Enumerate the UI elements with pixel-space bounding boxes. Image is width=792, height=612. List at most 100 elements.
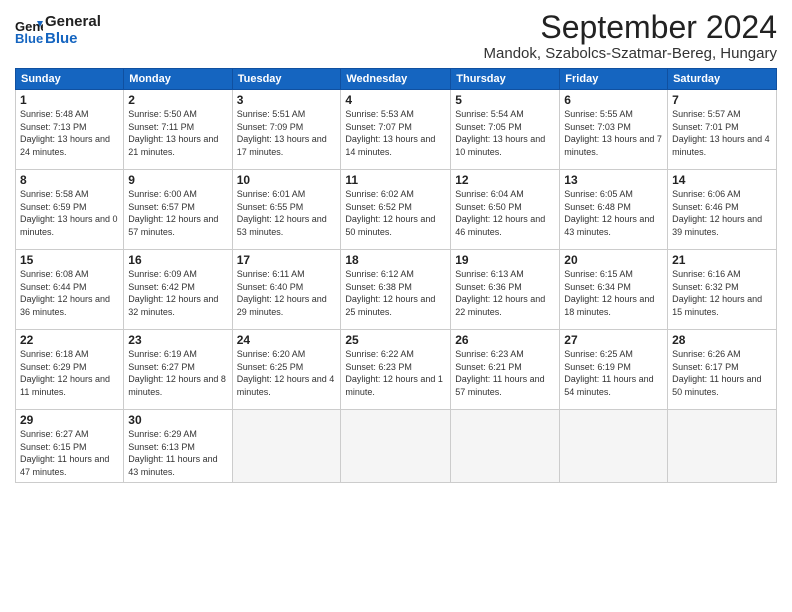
day-info: Sunrise: 6:20 AMSunset: 6:25 PMDaylight:…: [237, 348, 337, 398]
calendar-cell: 9Sunrise: 6:00 AMSunset: 6:57 PMDaylight…: [124, 170, 232, 250]
day-number: 12: [455, 173, 555, 187]
day-info: Sunrise: 5:51 AMSunset: 7:09 PMDaylight:…: [237, 108, 337, 158]
weekday-header-tuesday: Tuesday: [232, 69, 341, 90]
calendar-cell: 21Sunrise: 6:16 AMSunset: 6:32 PMDayligh…: [668, 250, 777, 330]
calendar-cell: 24Sunrise: 6:20 AMSunset: 6:25 PMDayligh…: [232, 330, 341, 410]
day-info: Sunrise: 5:58 AMSunset: 6:59 PMDaylight:…: [20, 188, 119, 238]
weekday-header-thursday: Thursday: [451, 69, 560, 90]
day-number: 14: [672, 173, 772, 187]
day-number: 18: [345, 253, 446, 267]
day-number: 15: [20, 253, 119, 267]
calendar-cell: 16Sunrise: 6:09 AMSunset: 6:42 PMDayligh…: [124, 250, 232, 330]
calendar-cell: 29Sunrise: 6:27 AMSunset: 6:15 PMDayligh…: [16, 410, 124, 482]
weekday-header-monday: Monday: [124, 69, 232, 90]
calendar-cell: 28Sunrise: 6:26 AMSunset: 6:17 PMDayligh…: [668, 330, 777, 410]
day-info: Sunrise: 6:13 AMSunset: 6:36 PMDaylight:…: [455, 268, 555, 318]
day-info: Sunrise: 6:00 AMSunset: 6:57 PMDaylight:…: [128, 188, 227, 238]
calendar-cell: [560, 410, 668, 482]
calendar-cell: 11Sunrise: 6:02 AMSunset: 6:52 PMDayligh…: [341, 170, 451, 250]
day-info: Sunrise: 6:09 AMSunset: 6:42 PMDaylight:…: [128, 268, 227, 318]
calendar-cell: 6Sunrise: 5:55 AMSunset: 7:03 PMDaylight…: [560, 90, 668, 170]
logo: General Blue General Blue: [15, 14, 101, 47]
day-info: Sunrise: 6:16 AMSunset: 6:32 PMDaylight:…: [672, 268, 772, 318]
day-number: 8: [20, 173, 119, 187]
day-info: Sunrise: 5:55 AMSunset: 7:03 PMDaylight:…: [564, 108, 663, 158]
calendar-cell: 26Sunrise: 6:23 AMSunset: 6:21 PMDayligh…: [451, 330, 560, 410]
calendar-cell: 8Sunrise: 5:58 AMSunset: 6:59 PMDaylight…: [16, 170, 124, 250]
weekday-header-wednesday: Wednesday: [341, 69, 451, 90]
day-info: Sunrise: 6:27 AMSunset: 6:15 PMDaylight:…: [20, 428, 119, 478]
day-info: Sunrise: 6:08 AMSunset: 6:44 PMDaylight:…: [20, 268, 119, 318]
day-number: 2: [128, 93, 227, 107]
weekday-header-saturday: Saturday: [668, 69, 777, 90]
month-title: September 2024: [484, 10, 777, 45]
day-info: Sunrise: 6:22 AMSunset: 6:23 PMDaylight:…: [345, 348, 446, 398]
calendar-cell: [341, 410, 451, 482]
day-number: 4: [345, 93, 446, 107]
calendar-week-5: 29Sunrise: 6:27 AMSunset: 6:15 PMDayligh…: [16, 410, 777, 482]
calendar-cell: 20Sunrise: 6:15 AMSunset: 6:34 PMDayligh…: [560, 250, 668, 330]
day-info: Sunrise: 5:54 AMSunset: 7:05 PMDaylight:…: [455, 108, 555, 158]
day-number: 3: [237, 93, 337, 107]
calendar-cell: [451, 410, 560, 482]
day-number: 1: [20, 93, 119, 107]
day-info: Sunrise: 6:05 AMSunset: 6:48 PMDaylight:…: [564, 188, 663, 238]
day-info: Sunrise: 6:11 AMSunset: 6:40 PMDaylight:…: [237, 268, 337, 318]
day-info: Sunrise: 5:48 AMSunset: 7:13 PMDaylight:…: [20, 108, 119, 158]
day-number: 17: [237, 253, 337, 267]
day-number: 20: [564, 253, 663, 267]
calendar: SundayMondayTuesdayWednesdayThursdayFrid…: [15, 68, 777, 482]
page: General Blue General Blue September 2024…: [0, 0, 792, 612]
calendar-cell: 13Sunrise: 6:05 AMSunset: 6:48 PMDayligh…: [560, 170, 668, 250]
calendar-week-2: 8Sunrise: 5:58 AMSunset: 6:59 PMDaylight…: [16, 170, 777, 250]
day-number: 24: [237, 333, 337, 347]
calendar-cell: 15Sunrise: 6:08 AMSunset: 6:44 PMDayligh…: [16, 250, 124, 330]
calendar-week-1: 1Sunrise: 5:48 AMSunset: 7:13 PMDaylight…: [16, 90, 777, 170]
day-number: 26: [455, 333, 555, 347]
day-number: 22: [20, 333, 119, 347]
calendar-cell: 22Sunrise: 6:18 AMSunset: 6:29 PMDayligh…: [16, 330, 124, 410]
header: General Blue General Blue September 2024…: [15, 10, 777, 62]
logo-general: General: [45, 14, 101, 31]
day-number: 25: [345, 333, 446, 347]
day-number: 30: [128, 413, 227, 427]
calendar-cell: 17Sunrise: 6:11 AMSunset: 6:40 PMDayligh…: [232, 250, 341, 330]
calendar-cell: 12Sunrise: 6:04 AMSunset: 6:50 PMDayligh…: [451, 170, 560, 250]
calendar-cell: 30Sunrise: 6:29 AMSunset: 6:13 PMDayligh…: [124, 410, 232, 482]
calendar-cell: 7Sunrise: 5:57 AMSunset: 7:01 PMDaylight…: [668, 90, 777, 170]
calendar-cell: 14Sunrise: 6:06 AMSunset: 6:46 PMDayligh…: [668, 170, 777, 250]
weekday-header-sunday: Sunday: [16, 69, 124, 90]
logo-icon: General Blue: [15, 17, 43, 45]
day-number: 13: [564, 173, 663, 187]
day-number: 28: [672, 333, 772, 347]
day-info: Sunrise: 6:23 AMSunset: 6:21 PMDaylight:…: [455, 348, 555, 398]
calendar-cell: 5Sunrise: 5:54 AMSunset: 7:05 PMDaylight…: [451, 90, 560, 170]
calendar-cell: 2Sunrise: 5:50 AMSunset: 7:11 PMDaylight…: [124, 90, 232, 170]
day-info: Sunrise: 5:50 AMSunset: 7:11 PMDaylight:…: [128, 108, 227, 158]
day-info: Sunrise: 5:57 AMSunset: 7:01 PMDaylight:…: [672, 108, 772, 158]
calendar-cell: 18Sunrise: 6:12 AMSunset: 6:38 PMDayligh…: [341, 250, 451, 330]
day-info: Sunrise: 6:26 AMSunset: 6:17 PMDaylight:…: [672, 348, 772, 398]
day-info: Sunrise: 6:19 AMSunset: 6:27 PMDaylight:…: [128, 348, 227, 398]
calendar-week-4: 22Sunrise: 6:18 AMSunset: 6:29 PMDayligh…: [16, 330, 777, 410]
calendar-cell: [668, 410, 777, 482]
day-number: 6: [564, 93, 663, 107]
day-info: Sunrise: 6:18 AMSunset: 6:29 PMDaylight:…: [20, 348, 119, 398]
day-number: 7: [672, 93, 772, 107]
day-number: 19: [455, 253, 555, 267]
day-number: 5: [455, 93, 555, 107]
day-number: 27: [564, 333, 663, 347]
day-info: Sunrise: 6:04 AMSunset: 6:50 PMDaylight:…: [455, 188, 555, 238]
calendar-cell: 4Sunrise: 5:53 AMSunset: 7:07 PMDaylight…: [341, 90, 451, 170]
day-number: 9: [128, 173, 227, 187]
calendar-week-3: 15Sunrise: 6:08 AMSunset: 6:44 PMDayligh…: [16, 250, 777, 330]
day-info: Sunrise: 6:29 AMSunset: 6:13 PMDaylight:…: [128, 428, 227, 478]
calendar-cell: 27Sunrise: 6:25 AMSunset: 6:19 PMDayligh…: [560, 330, 668, 410]
calendar-cell: 10Sunrise: 6:01 AMSunset: 6:55 PMDayligh…: [232, 170, 341, 250]
calendar-cell: 23Sunrise: 6:19 AMSunset: 6:27 PMDayligh…: [124, 330, 232, 410]
day-number: 11: [345, 173, 446, 187]
day-info: Sunrise: 6:25 AMSunset: 6:19 PMDaylight:…: [564, 348, 663, 398]
day-info: Sunrise: 6:01 AMSunset: 6:55 PMDaylight:…: [237, 188, 337, 238]
logo-blue: Blue: [45, 31, 101, 48]
calendar-cell: 25Sunrise: 6:22 AMSunset: 6:23 PMDayligh…: [341, 330, 451, 410]
